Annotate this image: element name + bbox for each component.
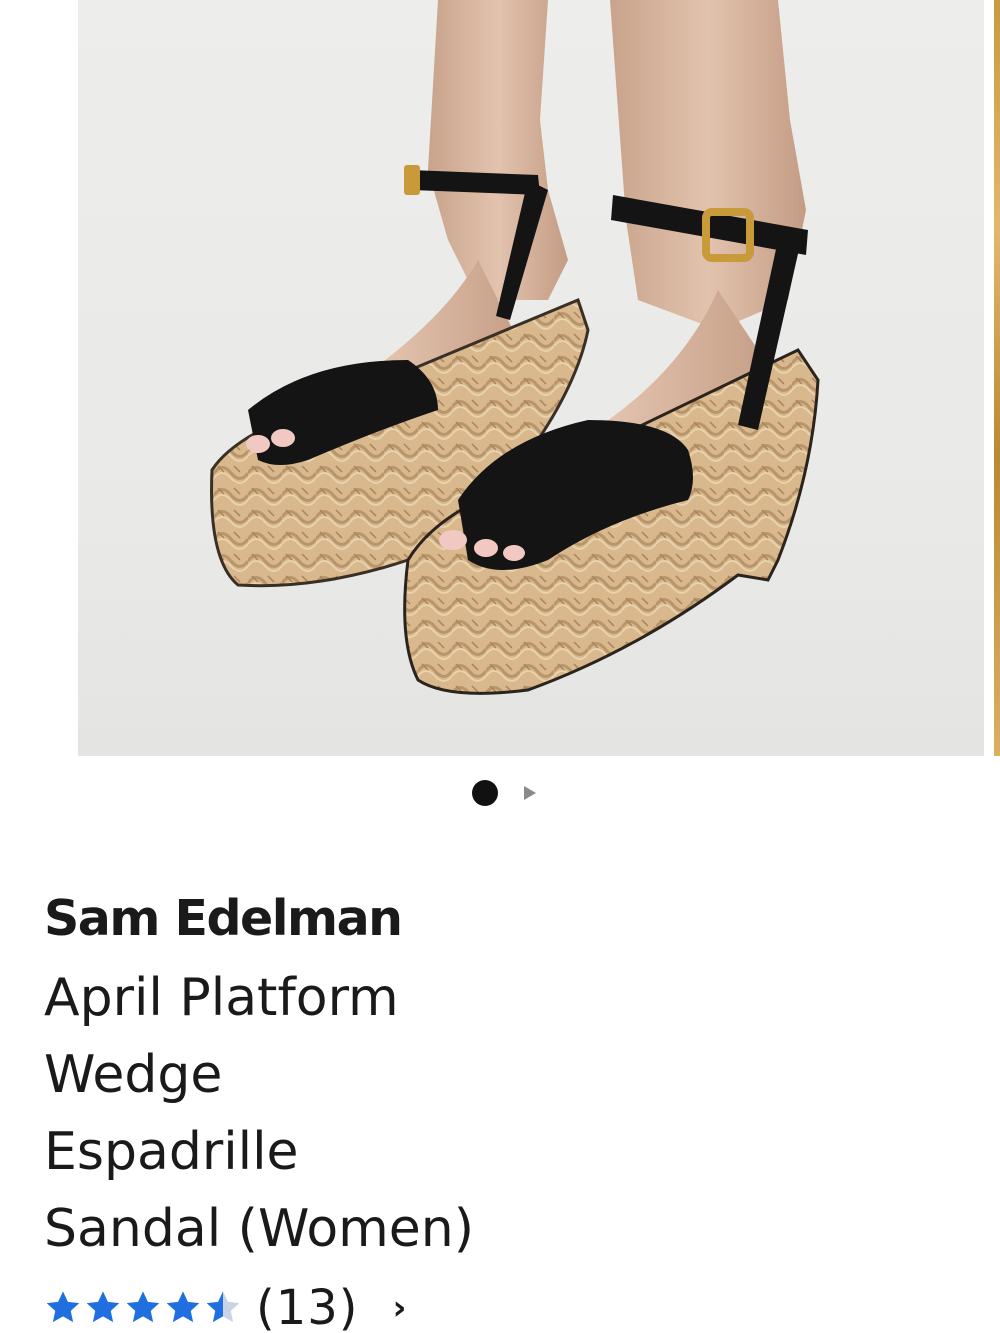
product-title-line: Wedge [44,1045,223,1105]
rating-summary[interactable]: (13) › [44,1278,407,1333]
product-page: Sam Edelman April Platform Wedge Espadri… [0,0,1000,1333]
star-icon [126,1291,160,1323]
product-title-line: April Platform [44,968,399,1028]
star-icon [206,1291,240,1323]
carousel-dot-active[interactable] [472,780,498,806]
product-title: April Platform Wedge Espadrille Sandal (… [44,960,604,1268]
carousel-pagination [0,778,1000,808]
star-icon [86,1291,120,1323]
star-rating [44,1289,242,1327]
product-info: Sam Edelman April Platform Wedge Espadri… [44,888,944,1333]
product-title-line: Sandal (Women) [44,1199,475,1259]
chevron-right-icon[interactable]: › [393,1288,407,1328]
product-image[interactable] [78,0,984,756]
play-triangle-icon[interactable] [524,786,536,800]
product-image-carousel[interactable] [0,0,1000,760]
product-title-line: Espadrille [44,1122,299,1182]
review-count[interactable]: (13) [256,1280,359,1333]
brand-name[interactable]: Sam Edelman [44,888,944,950]
star-icon [46,1291,80,1323]
next-slide-preview[interactable] [994,0,1000,756]
star-icon [166,1291,200,1323]
